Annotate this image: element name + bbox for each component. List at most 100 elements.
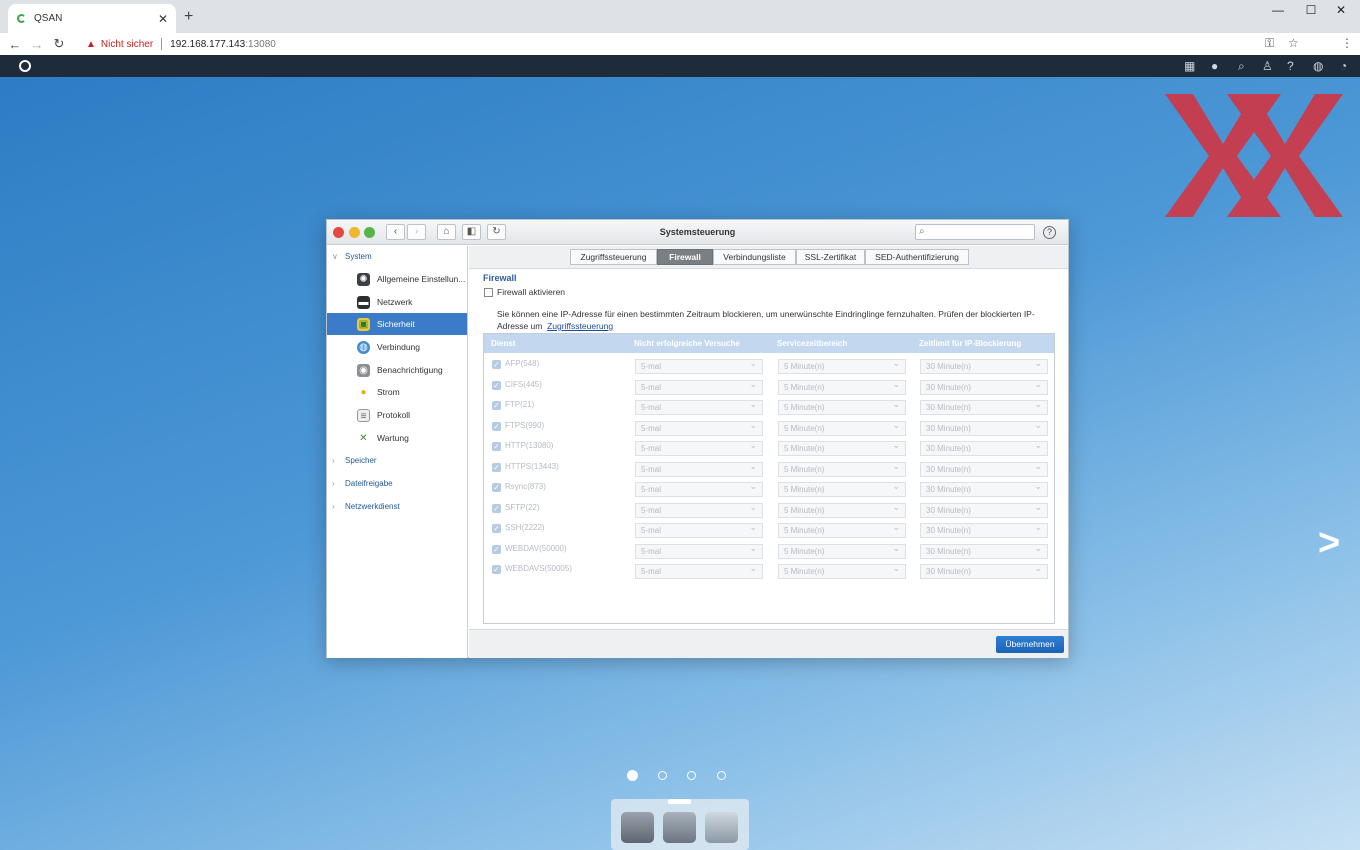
sidebar-group-storage[interactable]: Speicher [345,456,377,465]
new-tab-icon[interactable]: + [184,8,193,26]
search-icon[interactable]: ⌕ [1238,59,1245,74]
minimize-icon[interactable]: — [1268,3,1288,17]
attempts-select[interactable]: 5-mal [635,460,763,477]
time-range-select[interactable]: 5 Minute(n) [778,501,906,518]
sidebar-group-file-sharing[interactable]: Dateifreigabe [345,479,393,488]
time-range-select[interactable]: 5 Minute(n) [778,562,906,579]
time-range-select[interactable]: 5 Minute(n) [778,521,906,538]
recycle-bin-dock-icon[interactable] [705,812,738,843]
sidebar-item-connection[interactable]: ◍ Verbindung [327,336,467,358]
attempts-select[interactable]: 5-mal [635,480,763,497]
block-time-select[interactable]: 30 Minute(n) [920,378,1048,395]
sidebar-group-system[interactable]: System [345,252,372,261]
language-icon[interactable]: ◍ [1313,59,1323,73]
user-icon[interactable]: ♙ [1262,59,1273,73]
tab-sed-authentication[interactable]: SED-Authentifizierung [865,249,969,265]
tab-ssl-certificate[interactable]: SSL-Zertifikat [796,249,865,265]
row-checkbox[interactable]: ✓ [492,483,501,492]
row-checkbox[interactable]: ✓ [492,380,501,390]
time-range-select[interactable]: 5 Minute(n) [778,357,906,374]
time-range-select[interactable]: 5 Minute(n) [778,419,906,436]
chevron-right-icon[interactable]: › [332,456,335,465]
maximize-icon[interactable]: ☐ [1301,3,1321,17]
chevron-right-icon[interactable]: › [332,502,335,511]
block-time-select[interactable]: 30 Minute(n) [920,480,1048,497]
sidebar-item-power[interactable]: ● Strom [327,381,467,403]
block-time-select[interactable]: 30 Minute(n) [920,460,1048,477]
tab-firewall[interactable]: Firewall [657,249,713,265]
close-window-icon[interactable]: ✕ [1331,3,1351,17]
notification-icon[interactable]: ● [1211,59,1218,73]
menu-icon[interactable]: ⋮ [1341,36,1353,50]
time-range-select[interactable]: 5 Minute(n) [778,480,906,497]
window-help-icon[interactable]: ? [1043,226,1056,239]
block-time-select[interactable]: 30 Minute(n) [920,439,1048,456]
attempts-select[interactable]: 5-mal [635,501,763,518]
block-time-select[interactable]: 30 Minute(n) [920,521,1048,538]
block-time-select[interactable]: 30 Minute(n) [920,562,1048,579]
attempts-select[interactable]: 5-mal [635,419,763,436]
block-time-select[interactable]: 30 Minute(n) [920,542,1048,559]
page-dot-1[interactable] [627,770,638,781]
url-field[interactable]: 192.168.177.143:13080 [170,39,276,50]
row-checkbox[interactable]: ✓ [492,442,501,451]
row-checkbox[interactable]: ✓ [492,401,501,410]
tab-connection-list[interactable]: Verbindungsliste [713,249,796,265]
tab-access-control[interactable]: Zugriffssteuerung [570,249,657,265]
reload-icon[interactable]: ↻ [48,36,70,52]
chevron-down-icon[interactable]: ∨ [332,252,338,261]
qsan-logo-icon[interactable] [19,60,31,72]
time-range-select[interactable]: 5 Minute(n) [778,542,906,559]
apps-grid-dock-icon[interactable] [663,812,696,843]
window-search-input[interactable]: ⌕ [915,224,1035,240]
block-time-select[interactable]: 30 Minute(n) [920,419,1048,436]
block-time-select[interactable]: 30 Minute(n) [920,357,1048,374]
sidebar-item-security[interactable]: ▣ Sicherheit [327,313,467,335]
row-checkbox[interactable]: ✓ [492,462,501,472]
chevron-right-icon[interactable]: › [332,479,335,488]
attempts-select[interactable]: 5-mal [635,398,763,415]
browser-tab[interactable]: QSAN ✕ [8,4,176,33]
attempts-select[interactable]: 5-mal [635,439,763,456]
page-dot-3[interactable] [687,771,696,780]
attempts-select[interactable]: 5-mal [635,378,763,395]
row-checkbox[interactable]: ✓ [492,524,501,533]
dashboard-icon[interactable]: ◔ [1340,59,1347,73]
sidebar-group-network-service[interactable]: Netzwerkdienst [345,502,400,511]
attempts-select[interactable]: 5-mal [635,521,763,538]
firewall-enable-checkbox[interactable] [484,288,493,297]
close-tab-icon[interactable]: ✕ [158,12,168,26]
star-icon[interactable]: ☆ [1288,36,1299,50]
time-range-select[interactable]: 5 Minute(n) [778,398,906,415]
dock-handle[interactable] [668,799,691,804]
forward-icon[interactable]: → [26,37,48,52]
apply-button[interactable]: Übernehmen [996,636,1064,653]
time-range-select[interactable]: 5 Minute(n) [778,439,906,456]
row-checkbox[interactable]: ✓ [492,544,501,554]
row-checkbox[interactable]: ✓ [492,565,501,574]
row-checkbox[interactable]: ✓ [492,421,501,431]
row-checkbox[interactable]: ✓ [492,360,501,369]
row-checkbox[interactable]: ✓ [492,503,501,513]
attempts-select[interactable]: 5-mal [635,562,763,579]
back-icon[interactable]: ← [4,37,26,52]
control-panel-dock-icon[interactable] [621,812,654,843]
firewall-enable-label[interactable]: Firewall aktivieren [497,287,565,297]
block-time-select[interactable]: 30 Minute(n) [920,398,1048,415]
page-dot-2[interactable] [658,771,667,780]
sidebar-item-network[interactable]: ▬ Netzwerk [327,291,467,313]
next-page-arrow-icon[interactable]: > [1318,522,1340,565]
page-dot-4[interactable] [717,771,726,780]
sidebar-item-notification[interactable]: ◉ Benachrichtigung [327,359,467,381]
attempts-select[interactable]: 5-mal [635,542,763,559]
apps-icon[interactable]: ▦ [1184,59,1195,73]
key-icon[interactable]: ⚿ [1265,36,1274,51]
security-label[interactable]: Nicht sicher [101,39,153,50]
access-control-link[interactable]: Zugriffssteuerung [547,321,613,331]
sidebar-item-maintenance[interactable]: ✕ Wartung [327,427,467,449]
block-time-select[interactable]: 30 Minute(n) [920,501,1048,518]
help-icon[interactable]: ? [1287,59,1294,73]
sidebar-item-log[interactable]: ≡ Protokoll [327,404,467,426]
attempts-select[interactable]: 5-mal [635,357,763,374]
time-range-select[interactable]: 5 Minute(n) [778,460,906,477]
